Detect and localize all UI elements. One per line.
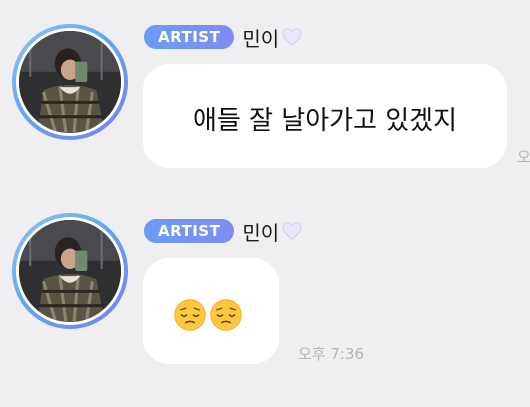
pensive-face-icon <box>210 299 242 331</box>
sender-name: 민이 <box>242 220 280 245</box>
message-header: ARTIST 민이 <box>144 23 303 51</box>
pensive-face-icon <box>174 299 206 331</box>
avatar[interactable] <box>12 24 128 140</box>
message-bubble[interactable] <box>143 258 279 364</box>
heart-icon <box>282 28 302 46</box>
artist-badge: ARTIST <box>144 25 235 49</box>
timestamp: 오후 7:36 <box>298 345 365 363</box>
message-text: 애들 잘 날아가고 있겠지 <box>193 106 457 136</box>
emoji-row <box>173 298 243 332</box>
avatar[interactable] <box>12 213 128 329</box>
message-header: ARTIST 민이 <box>144 217 303 245</box>
avatar-image <box>19 31 121 133</box>
avatar-image <box>19 220 121 322</box>
artist-badge: ARTIST <box>144 219 235 243</box>
message-bubble[interactable]: 애들 잘 날아가고 있겠지 <box>143 64 507 168</box>
avatar-photo <box>16 217 124 325</box>
timestamp: 오후 <box>517 148 530 166</box>
avatar-photo <box>16 28 124 136</box>
heart-icon <box>282 222 302 240</box>
sender-name: 민이 <box>242 26 280 51</box>
